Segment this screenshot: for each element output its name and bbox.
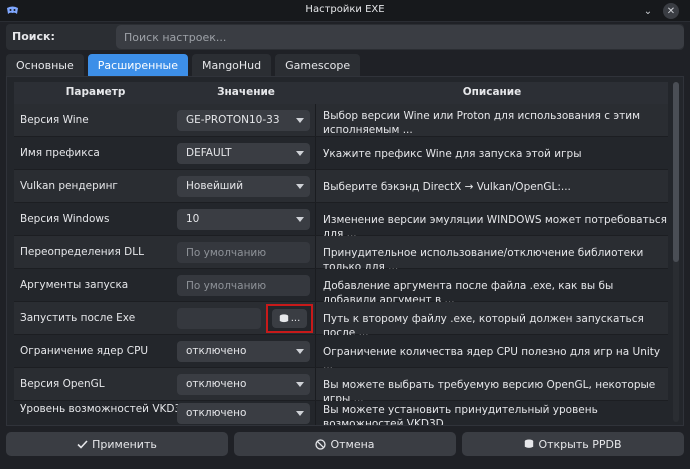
window-title: Настройки EXE: [305, 4, 385, 15]
table-row: Переопределения DLL Принудительное испол…: [14, 236, 668, 272]
table-header: Параметр Значение Описание: [14, 82, 668, 104]
dropdown-arrow-icon: [296, 382, 304, 387]
dropdown-arrow-icon: [296, 151, 304, 156]
scrollbar-thumb[interactable]: [673, 82, 679, 262]
column-divider: [315, 104, 316, 136]
column-divider: [315, 368, 316, 400]
header-parameter: Параметр: [65, 86, 126, 98]
column-divider: [315, 335, 316, 367]
row-name: Запустить после Exe: [20, 312, 136, 324]
launch-args-input[interactable]: [177, 275, 310, 296]
open-ppdb-label: Открыть PPDB: [538, 437, 622, 451]
prefix-combo[interactable]: DEFAULT: [177, 143, 310, 164]
tab-basic[interactable]: Основные: [6, 54, 84, 76]
column-divider: [315, 137, 316, 169]
table-row: Уровень возможностей VKD3D отключено Вы …: [14, 401, 668, 426]
table-row: Аргументы запуска Добавление аргумента п…: [14, 269, 668, 305]
close-button[interactable]: ✕: [663, 3, 679, 19]
vulkan-render-combo[interactable]: Новейший: [177, 176, 310, 197]
table-row: Запустить после Exe ... Путь к второму ф…: [14, 302, 668, 338]
dropdown-arrow-icon: [296, 118, 304, 123]
row-name: Vulkan рендеринг: [20, 180, 118, 192]
storage-icon: [279, 314, 288, 323]
row-name: Уровень возможностей VKD3D: [20, 403, 190, 415]
combo-value: Новейший: [186, 180, 244, 192]
dropdown-arrow-icon: [296, 184, 304, 189]
checkmark-icon: [77, 439, 88, 449]
vertical-scrollbar[interactable]: [673, 82, 679, 422]
table-row: Имя префикса DEFAULT Укажите префикс Win…: [14, 137, 668, 170]
table-row: Версия OpenGL отключено Вы можете выбрат…: [14, 368, 668, 404]
title-bar: Настройки EXE ⌄ ✕: [0, 0, 690, 22]
row-name: Версия Windows: [20, 213, 110, 225]
browse-button[interactable]: ...: [272, 309, 307, 328]
windows-version-combo[interactable]: 10: [177, 209, 310, 230]
column-divider: [315, 269, 316, 301]
column-divider: [315, 170, 316, 202]
tab-gamescope[interactable]: Gamescope: [275, 54, 361, 76]
row-name: Версия OpenGL: [20, 378, 105, 390]
table-row: Версия Windows 10 Изменение версии эмуля…: [14, 203, 668, 239]
combo-value: отключено: [186, 378, 247, 390]
settings-panel: Параметр Значение Описание Версия Wine G…: [6, 76, 684, 426]
cancel-icon: [315, 438, 327, 450]
tab-bar: Основные Расширенные MangoHud Gamescope: [6, 54, 361, 76]
tab-advanced[interactable]: Расширенные: [87, 54, 188, 76]
dropdown-arrow-icon: [296, 217, 304, 222]
browse-label: ...: [290, 313, 301, 324]
column-divider: [315, 236, 316, 268]
cpu-limit-combo[interactable]: отключено: [177, 341, 310, 362]
row-description: Выбор версии Wine или Proton для использ…: [323, 110, 640, 135]
column-divider: [315, 302, 316, 334]
settings-rows: Версия Wine GE-PROTON10-33 Выбор версии …: [14, 104, 668, 426]
header-value: Значение: [217, 86, 275, 98]
combo-value: отключено: [186, 345, 247, 357]
row-name: Ограничение ядер CPU: [20, 345, 149, 357]
database-icon: [525, 439, 534, 448]
apply-button[interactable]: Применить: [6, 432, 228, 456]
row-name: Переопределения DLL: [20, 246, 144, 258]
cancel-label: Отмена: [330, 437, 375, 451]
combo-value: DEFAULT: [186, 147, 232, 159]
table-row: Vulkan рендеринг Новейший Выберите бэкэн…: [14, 170, 668, 203]
row-name: Имя префикса: [20, 147, 100, 159]
run-after-exe-input[interactable]: [177, 308, 261, 329]
vkd3d-level-combo[interactable]: отключено: [177, 403, 310, 424]
combo-value: 10: [186, 213, 200, 225]
apply-label: Применить: [92, 437, 157, 451]
search-label: Поиск:: [12, 30, 55, 43]
column-divider: [315, 401, 316, 425]
search-bar: Поиск:: [6, 24, 684, 50]
minimize-button[interactable]: ⌄: [640, 3, 656, 19]
opengl-version-combo[interactable]: отключено: [177, 374, 310, 395]
open-ppdb-button[interactable]: Открыть PPDB: [462, 432, 684, 456]
row-name: Версия Wine: [20, 114, 89, 126]
cancel-button[interactable]: Отмена: [234, 432, 456, 456]
dropdown-arrow-icon: [296, 411, 304, 416]
combo-value: GE-PROTON10-33: [186, 114, 280, 126]
row-name: Аргументы запуска: [20, 279, 129, 291]
table-row: Ограничение ядер CPU отключено Ограничен…: [14, 335, 668, 371]
search-input[interactable]: [116, 25, 684, 49]
browse-button-highlight: ...: [266, 304, 313, 333]
table-row: Версия Wine GE-PROTON10-33 Выбор версии …: [14, 104, 668, 137]
combo-value: отключено: [186, 407, 247, 419]
dll-overrides-input[interactable]: [177, 242, 310, 263]
column-divider: [315, 203, 316, 235]
bottom-button-bar: Применить Отмена Открыть PPDB: [6, 432, 684, 456]
wine-version-combo[interactable]: GE-PROTON10-33: [177, 110, 310, 131]
row-description: Вы можете установить принудительный уров…: [323, 404, 598, 426]
tab-mangohud[interactable]: MangoHud: [192, 54, 272, 76]
header-description: Описание: [462, 86, 522, 98]
dropdown-arrow-icon: [296, 349, 304, 354]
